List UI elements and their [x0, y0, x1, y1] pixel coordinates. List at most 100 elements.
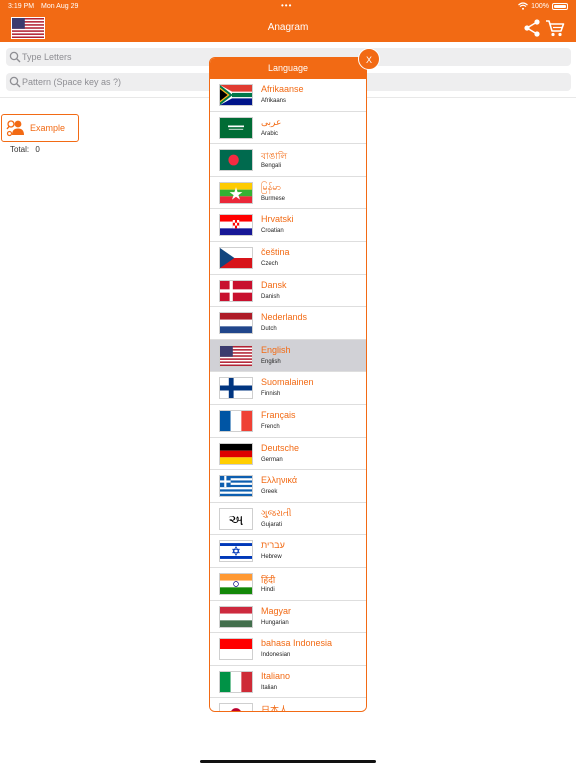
language-english-name: Danish: [261, 293, 280, 300]
language-native-name: हिंदी: [261, 574, 276, 585]
language-row-de[interactable]: Deutsche German: [210, 437, 366, 471]
language-native-name: Italiano: [261, 670, 291, 681]
language-native-name: 日本人: [261, 705, 289, 711]
search-icon: [9, 51, 21, 63]
example-button[interactable]: Example: [1, 114, 79, 142]
svg-text:અ: અ: [228, 511, 244, 528]
language-row-nl[interactable]: Nederlands Dutch: [210, 307, 366, 340]
us-flag-icon: [219, 344, 253, 367]
language-row-il[interactable]: עברית Hebrew: [210, 535, 366, 568]
multitasking-dots[interactable]: •••: [281, 1, 292, 10]
status-time: 3:19 PM: [8, 3, 35, 10]
total-label: Total:: [10, 145, 30, 154]
language-row-dk[interactable]: Dansk Danish: [210, 274, 366, 308]
language-row-cz[interactable]: čeština Czech: [210, 241, 366, 275]
language-english-name: Greek: [261, 489, 278, 496]
language-row-it[interactable]: Italiano Italian: [210, 665, 366, 699]
gu-flag-icon: અ: [219, 507, 253, 530]
za-flag-icon: [219, 84, 253, 106]
page-title: Anagram: [267, 22, 309, 33]
language-list[interactable]: Afrikaanse Afrikaans عربى Arabic বাঙালি Benga…: [210, 79, 366, 711]
language-row-gr[interactable]: Ελληνικά Greek: [210, 470, 366, 503]
language-english-name: Indonesian: [261, 652, 291, 659]
language-english-name: Gujarati: [261, 521, 283, 528]
in-flag-icon: [219, 572, 253, 595]
language-native-name: မြန်မာ: [261, 181, 282, 192]
language-english-name: Czech: [261, 260, 279, 267]
language-row-hu[interactable]: Magyar Hungarian: [210, 600, 366, 634]
language-row-bd[interactable]: বাঙালি Bengali: [210, 144, 366, 177]
language-english-name: Croatian: [261, 228, 284, 235]
language-popup: Language Afrikaanse Afrikaans عربى Arabic বা…: [209, 57, 367, 712]
nav-bar: Anagram: [0, 14, 576, 42]
wifi-icon: [518, 2, 528, 10]
language-row-in[interactable]: हिंदी Hindi: [210, 567, 366, 601]
status-date: Mon Aug 29: [41, 3, 79, 10]
share-icon[interactable]: [523, 18, 541, 38]
language-english-name: Hebrew: [261, 554, 282, 561]
language-english-name: German: [261, 456, 283, 463]
language-native-name: Ελληνικά: [261, 475, 298, 486]
language-english-name: Afrikaans: [261, 98, 287, 104]
status-right: 100%: [518, 2, 568, 10]
language-row-hr[interactable]: Hrvatski Croatian: [210, 209, 366, 242]
language-row-us[interactable]: English English: [210, 339, 366, 373]
close-button[interactable]: X: [358, 48, 380, 70]
language-english-name: Hungarian: [261, 619, 289, 626]
language-native-name: বাঙালি: [261, 151, 288, 162]
language-native-name: ગુજરાતી: [261, 507, 292, 518]
language-row-mm[interactable]: မြန်မာ Burmese: [210, 176, 366, 210]
popup-title: Language: [210, 58, 366, 79]
language-row-id[interactable]: bahasa Indonesia Indonesian: [210, 633, 366, 666]
language-row-fr[interactable]: Français French: [210, 404, 366, 438]
language-native-name: bahasa Indonesia: [261, 638, 333, 649]
hr-flag-icon: [219, 214, 253, 237]
language-native-name: عربى: [261, 116, 282, 127]
language-native-name: Magyar: [261, 605, 292, 616]
cart-icon[interactable]: [545, 18, 565, 38]
bd-flag-icon: [219, 149, 253, 172]
language-english-name: Hindi: [261, 586, 275, 593]
de-flag-icon: [219, 442, 253, 465]
status-bar: 3:19 PM Mon Aug 29 ••• 100%: [0, 0, 576, 14]
language-row-sa[interactable]: عربى Arabic: [210, 111, 366, 145]
language-native-name: Dansk: [261, 279, 287, 290]
language-english-name: Arabic: [261, 130, 279, 137]
language-row-gu[interactable]: અ ગુજરાતી Gujarati: [210, 502, 366, 536]
language-english-name: Bengali: [261, 163, 282, 170]
language-row-jp[interactable]: 日本人: [210, 698, 366, 711]
gr-flag-icon: [219, 475, 253, 498]
language-native-name: čeština: [261, 246, 290, 257]
language-english-name: Italian: [261, 684, 278, 691]
jp-flag-icon: [219, 703, 253, 711]
language-row-za[interactable]: Afrikaanse Afrikaans: [210, 79, 366, 112]
battery-icon: [552, 2, 568, 10]
total-count: Total: 0: [10, 145, 40, 154]
language-english-name: Finnish: [261, 391, 281, 398]
example-label: Example: [30, 123, 66, 133]
language-english-name: French: [261, 423, 280, 430]
language-native-name: Français: [261, 409, 296, 420]
language-english-name: Dutch: [261, 326, 277, 333]
sa-flag-icon: [219, 116, 253, 139]
language-row-fi[interactable]: Suomalainen Finnish: [210, 372, 366, 405]
cz-flag-icon: [219, 246, 253, 269]
user-search-icon: [6, 120, 24, 137]
language-english-name: English: [261, 358, 281, 365]
language-native-name: English: [261, 344, 291, 355]
it-flag-icon: [219, 670, 253, 693]
language-native-name: Deutsche: [261, 442, 300, 453]
language-native-name: עברית: [261, 540, 285, 551]
language-native-name: Hrvatski: [261, 214, 294, 225]
total-value: 0: [35, 145, 40, 154]
fr-flag-icon: [219, 409, 253, 432]
dk-flag-icon: [219, 279, 253, 302]
language-native-name: Afrikaanse: [261, 84, 304, 94]
search-icon: [9, 76, 21, 88]
home-indicator[interactable]: [200, 760, 376, 763]
language-native-name: Nederlands: [261, 312, 308, 323]
mm-flag-icon: [219, 181, 253, 204]
battery-percent: 100%: [531, 2, 549, 10]
nl-flag-icon: [219, 312, 253, 335]
fi-flag-icon: [219, 377, 253, 400]
